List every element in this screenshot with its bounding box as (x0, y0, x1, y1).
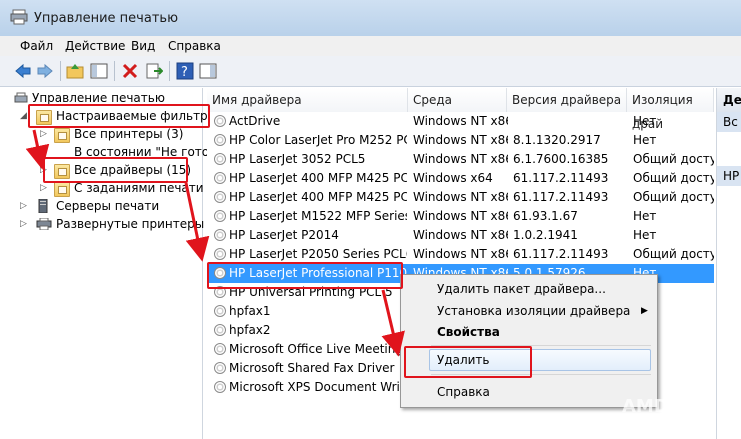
arrow-to-driver (184, 182, 210, 262)
arrow-to-all-drivers (25, 129, 50, 170)
arrow-to-delete (381, 289, 405, 357)
annotation-arrows (25, 129, 405, 357)
watermark-logo: AMD (622, 396, 669, 417)
